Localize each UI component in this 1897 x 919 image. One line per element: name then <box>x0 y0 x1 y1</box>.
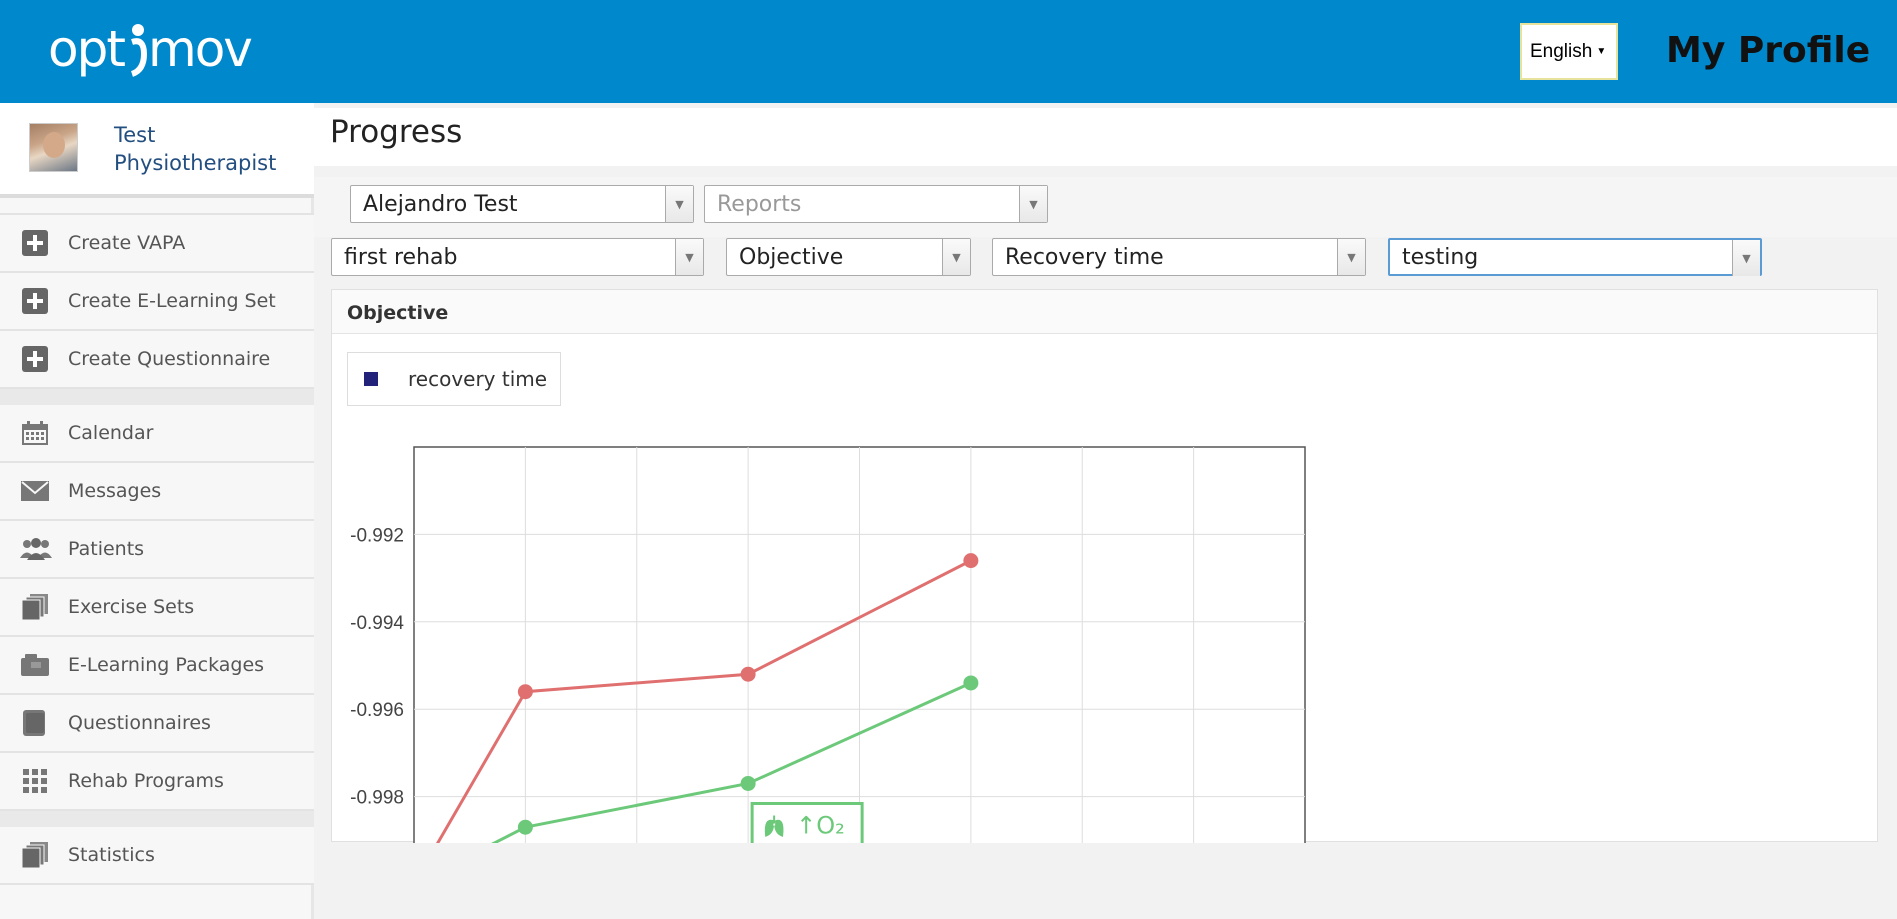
book-icon <box>18 710 52 736</box>
language-select[interactable]: English ▼ <box>1520 23 1618 80</box>
nav-divider <box>0 811 314 827</box>
type-select[interactable]: Objective ▼ <box>726 238 971 276</box>
page-title: Progress <box>330 114 463 150</box>
patient-select[interactable]: Alejandro Test ▼ <box>350 185 694 223</box>
sidebar-item-rehab-programs[interactable]: Rehab Programs <box>0 753 314 811</box>
my-profile-link[interactable]: My Profile <box>1666 25 1870 77</box>
chevron-down-icon: ▼ <box>675 239 703 275</box>
plus-square-icon <box>18 346 52 372</box>
reports-select-value: Reports <box>717 191 802 217</box>
sidebar-item-messages[interactable]: Messages <box>0 463 314 521</box>
sidebar-item-statistics[interactable]: Statistics <box>0 827 314 885</box>
data-point <box>963 675 979 691</box>
objective-panel: Objective recovery time -0.992 -0.994 -0.9… <box>331 289 1878 843</box>
optimov-logo: opt mov <box>48 20 254 78</box>
annotation-text: ↑O₂ <box>796 811 845 839</box>
sidebar-item-label: Create VAPA <box>68 232 186 254</box>
y-tick-label: -0.998 <box>350 788 404 809</box>
create-nav-group: Create VAPA Create E-Learning Set Create… <box>0 213 314 885</box>
plus-square-icon <box>18 288 52 314</box>
sidebar-item-label: Statistics <box>68 844 155 866</box>
sidebar-item-create-questionnaire[interactable]: Create Questionnaire <box>0 331 314 389</box>
chevron-down-icon: ▼ <box>1337 239 1365 275</box>
chevron-down-icon: ▼ <box>1732 240 1760 276</box>
user-name[interactable]: Test Physiotherapist <box>114 121 294 177</box>
envelope-icon <box>18 481 52 501</box>
sidebar-item-questionnaires[interactable]: Questionnaires <box>0 695 314 753</box>
nav-divider <box>0 389 314 405</box>
avatar[interactable] <box>29 123 78 172</box>
data-point <box>740 666 756 682</box>
sidebar-item-elearning-packages[interactable]: E-Learning Packages <box>0 637 314 695</box>
patient-select-value: Alejandro Test <box>363 191 518 217</box>
sidebar-item-label: E-Learning Packages <box>68 654 265 676</box>
filters-row: Alejandro Test ▼ Reports ▼ <box>314 177 1897 237</box>
grid-icon <box>18 769 52 793</box>
folder-icon <box>18 654 52 676</box>
sidebar-item-patients[interactable]: Patients <box>0 521 314 579</box>
sidebar-item-calendar[interactable]: Calendar <box>0 405 314 463</box>
user-box: Test Physiotherapist <box>0 103 314 198</box>
sidebar-item-create-elearning-set[interactable]: Create E-Learning Set <box>0 273 314 331</box>
sidebar-item-label: Questionnaires <box>68 712 211 734</box>
test-select[interactable]: testing ▼ <box>1388 238 1762 276</box>
language-value: English <box>1530 40 1593 62</box>
chevron-down-icon: ▼ <box>665 186 693 222</box>
plus-square-icon <box>18 230 52 256</box>
metric-select-value: Recovery time <box>1005 244 1164 270</box>
data-point <box>740 775 756 791</box>
y-tick-label: -0.992 <box>350 525 404 546</box>
program-select-value: first rehab <box>344 244 458 270</box>
chevron-down-icon: ▼ <box>1596 46 1607 57</box>
sidebar-item-label: Exercise Sets <box>68 596 195 618</box>
copy-icon <box>18 594 52 620</box>
page-title-bar: Progress <box>314 108 1897 166</box>
chevron-down-icon: ▼ <box>1019 186 1047 222</box>
y-tick-label: -0.994 <box>350 613 404 634</box>
sidebar-item-label: Create E-Learning Set <box>68 290 276 312</box>
sidebar-item-label: Calendar <box>68 422 154 444</box>
sidebar-item-label: Rehab Programs <box>68 770 224 792</box>
sidebar-item-label: Patients <box>68 538 145 560</box>
svg-text:opt: opt <box>48 20 125 78</box>
sidebar-item-label: Create Questionnaire <box>68 348 271 370</box>
sidebar: Test Physiotherapist Create VAPA Create … <box>0 103 314 919</box>
sidebar-item-create-vapa[interactable]: Create VAPA <box>0 215 314 273</box>
program-select[interactable]: first rehab ▼ <box>331 238 704 276</box>
calendar-icon <box>18 421 52 445</box>
top-header: opt mov English ▼ My Profile <box>0 0 1897 103</box>
data-point <box>517 684 533 700</box>
users-icon <box>18 538 52 560</box>
test-select-value: testing <box>1402 244 1479 270</box>
data-point <box>963 553 979 569</box>
type-select-value: Objective <box>739 244 844 270</box>
chevron-down-icon: ▼ <box>942 239 970 275</box>
data-point <box>517 819 533 835</box>
metric-select[interactable]: Recovery time ▼ <box>992 238 1366 276</box>
svg-text:mov: mov <box>148 20 252 78</box>
main-content: Progress Alejandro Test ▼ Reports ▼ firs… <box>314 103 1897 919</box>
sidebar-item-label: Messages <box>68 480 162 502</box>
reports-select[interactable]: Reports ▼ <box>704 185 1048 223</box>
y-tick-label: -0.996 <box>350 700 404 721</box>
logo[interactable]: opt mov <box>48 18 258 84</box>
sidebar-item-exercise-sets[interactable]: Exercise Sets <box>0 579 314 637</box>
copy-icon <box>18 842 52 868</box>
progress-chart: -0.992-0.994-0.996-0.99808/11/201609/11/… <box>350 446 1306 843</box>
